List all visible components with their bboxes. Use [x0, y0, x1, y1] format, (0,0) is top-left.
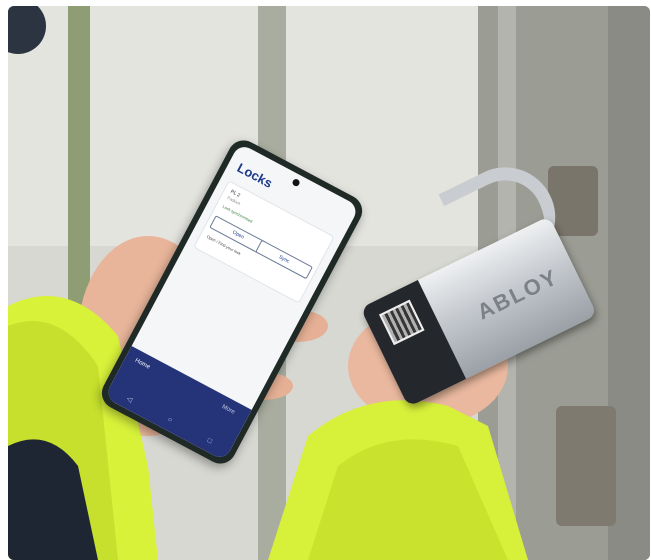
qr-code-icon — [379, 299, 425, 346]
sync-button[interactable]: Sync — [255, 239, 313, 280]
back-icon[interactable]: ◁ — [125, 394, 134, 404]
nav-home-tab[interactable]: Home — [134, 358, 151, 371]
padlock-brand: ABLOY — [473, 263, 563, 325]
front-camera — [291, 177, 301, 188]
recents-icon[interactable]: □ — [206, 437, 213, 446]
lock-card[interactable]: PL 2 Padlock Lock synchronised Open Sync… — [193, 180, 335, 304]
home-circle-icon[interactable]: ○ — [166, 416, 173, 425]
photo-frame: Locks PL 2 Padlock Lock synchronised Ope… — [8, 6, 650, 560]
nav-more-tab[interactable]: More — [221, 404, 236, 416]
gate-hasp — [548, 166, 598, 236]
